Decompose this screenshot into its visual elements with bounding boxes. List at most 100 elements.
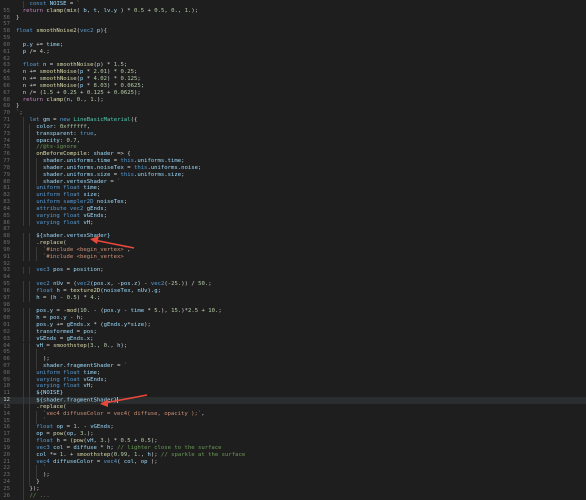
code-line[interactable]: 01 pos.y += gEnds.x * (gEnds.y*size); [0, 322, 586, 329]
code-text: } [16, 103, 20, 110]
code-text: uniform float time; [36, 369, 101, 376]
code-line[interactable]: 57 [0, 21, 586, 28]
code-line[interactable]: 85 varying float vGEnds; [0, 212, 586, 220]
code-line[interactable]: 19 vec3 col = diffuse * h; // lighter cl… [0, 444, 586, 452]
code-line[interactable]: 06 ); [0, 356, 586, 363]
code-line[interactable]: 05 ` [0, 349, 586, 357]
code-line[interactable]: 83 uniform sampler2D noiseTex; [0, 199, 586, 206]
code-line[interactable]: 12 ${shader.fragmentShader} [0, 397, 586, 404]
code-line[interactable]: 76 onBeforeCompile: shader => { [0, 151, 586, 159]
code-line[interactable]: 58 float smoothNoise2(vec2 p){ [0, 28, 586, 35]
code-line[interactable]: 25 }); [0, 485, 586, 493]
code-text: vec3 col = diffuse * h; // lighter close… [36, 444, 222, 451]
line-number: 75 [3, 144, 10, 151]
code-line[interactable]: 95 vec2 nUv = (vec2(pos.x, -pos.z) - vec… [0, 281, 586, 288]
code-line[interactable]: 70 `; [0, 110, 586, 117]
code-line[interactable]: 22 ` [0, 465, 586, 473]
code-line[interactable]: 98 [0, 302, 586, 309]
code-line[interactable]: 88 ${shader.vertexShader} [0, 233, 586, 241]
code-line[interactable]: 23 ); [0, 472, 586, 480]
code-editor[interactable]: const NOISE = ` 55 return clamp(mix( b, t… [0, 0, 586, 500]
code-text: n += smoothNoise(p * 4.02) * 0.125; [22, 76, 141, 83]
code-line[interactable]: 26 // ... [0, 492, 586, 500]
line-number: 68 [3, 96, 10, 103]
code-line[interactable]: 80 shader.vertexShader = ` [0, 178, 586, 186]
line-number: 00 [3, 315, 10, 322]
code-line[interactable]: 86 varying float vH; [0, 219, 586, 227]
code-line[interactable]: 78 shader.uniforms.noiseTex = this.unifo… [0, 164, 586, 172]
code-line[interactable]: 63 float n = smoothNoise(p) * 1.5; [0, 62, 586, 69]
code-text: uniform float time; [36, 185, 101, 192]
code-line[interactable]: 94 [0, 274, 586, 281]
code-line[interactable]: 74 opacity: 0.7, [0, 137, 586, 145]
line-number: 77 [3, 158, 10, 165]
code-line[interactable]: 09 varying float vGEnds; [0, 376, 586, 384]
code-line[interactable]: 56} [0, 15, 586, 22]
line-number: 93 [3, 267, 10, 274]
code-line[interactable]: 04 vH = smoothstep(3., 0., h); [0, 342, 586, 350]
code-line[interactable]: 99 pos.y = -mod(10. - (pos.y - time * 5.… [0, 308, 586, 316]
code-text: // ... [29, 492, 50, 499]
code-text: pos.y = -mod(10. - (pos.y - time * 5.), … [36, 308, 222, 315]
code-line[interactable]: 96 float h = texture2D(noiseTex, nUv).g; [0, 287, 586, 295]
code-text: ); [42, 472, 50, 479]
line-number: 62 [3, 55, 10, 62]
code-line[interactable]: 91 `#include <begin_vertex> [0, 253, 586, 261]
code-line[interactable]: 68 return clamp(n, 0., 1.); [0, 97, 586, 104]
code-line[interactable]: 66 n += smoothNoise(p * 8.03) * 0.0625; [0, 83, 586, 90]
code-text: transparent: true, [36, 130, 97, 137]
line-number: 97 [3, 294, 10, 301]
code-line[interactable]: 10 varying float vH; [0, 383, 586, 391]
code-text: ); [42, 356, 50, 363]
code-line[interactable]: 87 [0, 226, 586, 233]
code-line[interactable]: 71 let gm = new LineBasicMaterial({ [0, 117, 586, 124]
line-number: 78 [3, 164, 10, 171]
code-line[interactable]: 16 float op = 1. - vGEnds; [0, 424, 586, 432]
code-line[interactable]: 67 n /= (1.5 + 0.25 + 0.125 + 0.0625); [0, 90, 586, 97]
code-line[interactable]: 59 [0, 35, 586, 42]
code-line[interactable]: 60 p.y += time; [0, 42, 586, 49]
code-line[interactable]: 03 vGEnds = gEnds.x; [0, 335, 586, 343]
code-line[interactable]: 21 vec4 diffuseColor = vec4( col, op ); [0, 458, 586, 466]
code-line[interactable]: 24 } [0, 479, 586, 486]
code-line[interactable]: 69} [0, 103, 586, 110]
code-line[interactable]: 77 shader.uniforms.time = this.uniforms.… [0, 158, 586, 165]
line-number: 64 [3, 69, 10, 76]
code-line[interactable]: 90 `#include <begin_vertex>`, [0, 246, 586, 254]
code-text: return clamp(mix( b, t, lv.y ) * 0.5 + 0… [22, 7, 199, 14]
code-line[interactable]: 15 ` [0, 417, 586, 425]
line-number: 80 [3, 178, 10, 185]
code-text: float smoothNoise2(vec2 p){ [16, 28, 107, 35]
code-line[interactable]: 84 attribute vec2 gEnds; [0, 205, 586, 213]
code-line[interactable]: 93 vec3 pos = position; [0, 267, 586, 275]
code-line[interactable]: 92 [0, 261, 586, 268]
code-text: ${shader.vertexShader} [36, 233, 111, 240]
code-line[interactable]: 72 color: 0xffffff, [0, 123, 586, 131]
code-line[interactable]: 02 transformed = pos; [0, 328, 586, 336]
line-number: 67 [3, 89, 10, 96]
code-line[interactable]: 61 p /= 4.; [0, 49, 586, 56]
code-line[interactable]: 89 .replace( [0, 240, 586, 247]
code-line[interactable]: 17 op = pow(op, 3.); [0, 431, 586, 439]
code-line[interactable]: 20 col *= 1. + smoothstep(0.99, 1., h); … [0, 451, 586, 459]
code-line[interactable]: 62 [0, 56, 586, 63]
code-line[interactable]: 65 n += smoothNoise(p * 4.02) * 0.125; [0, 76, 586, 83]
code-line[interactable]: 14 `vec4 diffuseColor = vec4( diffuse, o… [0, 410, 586, 418]
code-line[interactable]: 75 //@ts-ignore [0, 144, 586, 152]
code-line[interactable]: const NOISE = ` [0, 1, 586, 8]
code-line[interactable]: 81 uniform float time; [0, 185, 586, 193]
code-line[interactable]: 11 ${NOISE} [0, 390, 586, 398]
code-line[interactable]: 55 return clamp(mix( b, t, lv.y ) * 0.5 … [0, 8, 586, 15]
code-line[interactable]: 73 transparent: true, [0, 130, 586, 138]
code-line[interactable]: 07 shader.fragmentShader = ` [0, 362, 586, 370]
code-line[interactable]: 13 .replace( [0, 403, 586, 411]
code-line[interactable]: 97 h = (h - 0.5) * 4.; [0, 294, 586, 302]
code-line[interactable]: 64 n += smoothNoise(p * 2.01) * 0.25; [0, 69, 586, 76]
code-line[interactable]: 08 uniform float time; [0, 369, 586, 377]
line-number: 91 [3, 253, 10, 260]
code-line[interactable]: 18 float h = (pow(vH, 3.) * 0.5 + 0.5); [0, 438, 586, 445]
code-line[interactable]: 82 uniform float size; [0, 192, 586, 200]
code-line[interactable]: 79 shader.uniforms.size = this.uniforms.… [0, 171, 586, 179]
code-line[interactable]: 00 h = pos.y - h; [0, 315, 586, 322]
line-number: 09 [3, 376, 10, 383]
